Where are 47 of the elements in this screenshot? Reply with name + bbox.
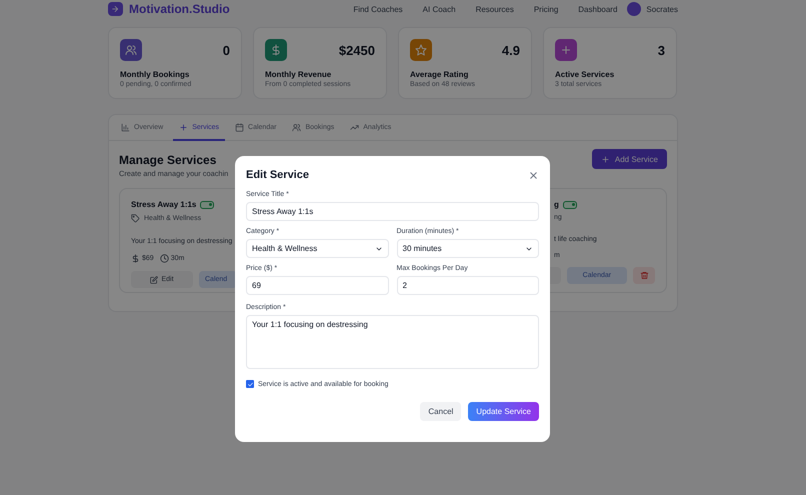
title-input[interactable]: Stress Away 1:1s <box>246 202 539 221</box>
dollar-icon <box>131 254 140 263</box>
description-input[interactable]: Your 1:1 focusing on destressing <box>246 315 539 369</box>
stat-value: 3 <box>658 42 665 58</box>
plus-icon <box>179 122 188 132</box>
dialog-title: Edit Service <box>246 169 309 181</box>
stat-value: 4.9 <box>502 42 520 58</box>
cancel-button[interactable]: Cancel <box>420 402 462 421</box>
users-icon <box>120 39 142 61</box>
bar-chart-icon <box>121 122 130 132</box>
toggle-switch[interactable] <box>562 200 577 208</box>
stat-label: Active Services <box>555 70 616 79</box>
nav-link[interactable]: Find Coaches <box>353 4 403 14</box>
clock-icon <box>160 254 169 263</box>
toggle-switch[interactable] <box>200 200 214 208</box>
nav-link[interactable]: Dashboard <box>578 4 618 14</box>
logo-text[interactable]: Motivation.Studio <box>129 2 230 16</box>
nav-link[interactable]: Resources <box>476 4 514 14</box>
section-title: Manage Services <box>119 153 218 167</box>
stat-label: Monthly Bookings <box>120 70 190 79</box>
nav-link[interactable]: Pricing <box>534 4 558 14</box>
trend-icon <box>350 122 360 132</box>
service-title: Stress Away 1:1s <box>131 200 196 209</box>
users-icon <box>292 122 302 132</box>
stat-value: $2450 <box>338 42 375 58</box>
calendar-icon <box>235 122 244 132</box>
update-service-button[interactable]: Update Service <box>468 402 539 421</box>
price-input[interactable]: 69 <box>246 276 388 295</box>
dollar-icon <box>265 39 287 61</box>
add-service-button[interactable]: Add Service <box>592 149 667 169</box>
category-select[interactable]: Health & Wellness <box>246 239 388 258</box>
nav-link[interactable]: AI Coach <box>422 4 456 14</box>
user-name[interactable]: Socrates <box>646 4 678 14</box>
stat-label: Monthly Revenue <box>265 70 332 79</box>
max-bookings-input[interactable]: 2 <box>396 276 539 295</box>
plus-icon <box>600 154 610 164</box>
active-checkbox[interactable] <box>246 380 254 388</box>
avatar-icon[interactable] <box>627 2 642 16</box>
service-title: g <box>554 200 559 209</box>
plus-icon <box>555 39 577 61</box>
tag-icon <box>131 214 140 223</box>
edit-icon <box>150 276 158 284</box>
duration-select[interactable]: 30 minutes <box>396 239 539 258</box>
stat-value: 0 <box>222 42 230 58</box>
trash-icon <box>640 271 649 280</box>
stat-label: Average Rating <box>410 70 470 79</box>
delete-button[interactable] <box>633 267 655 284</box>
